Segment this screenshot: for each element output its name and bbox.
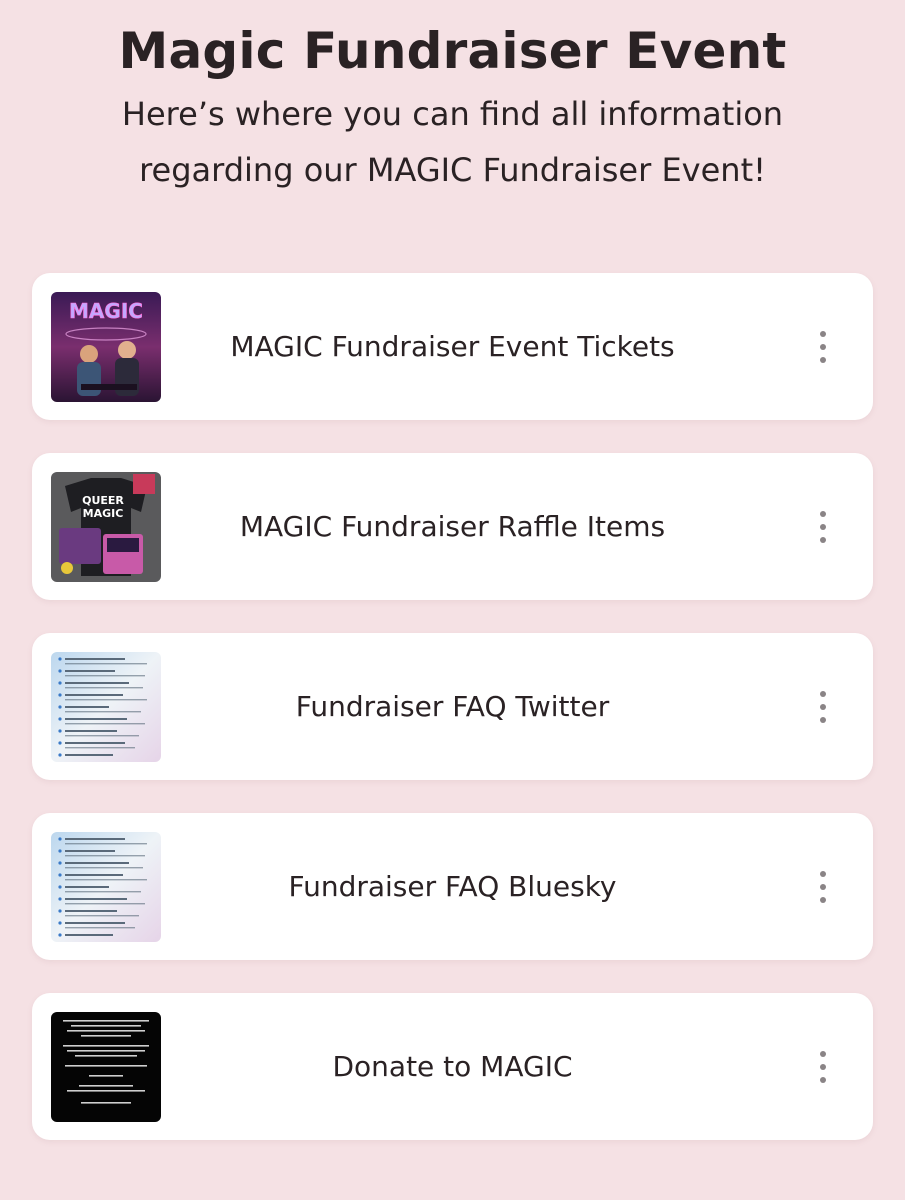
link-button-raffle-items[interactable]: QUEER MAGIC MAGIC Fundraiser Raffle Item…: [32, 453, 873, 600]
more-vertical-icon[interactable]: [815, 1051, 831, 1083]
thumbnail-donate-text: [51, 1012, 161, 1122]
link-list: MAGIC MAGIC Fundraiser Event Tickets QUE…: [32, 273, 873, 1173]
link-button-faq-twitter[interactable]: Fundraiser FAQ Twitter: [32, 633, 873, 780]
more-vertical-icon[interactable]: [815, 871, 831, 903]
link-label: MAGIC Fundraiser Event Tickets: [230, 330, 675, 363]
link-label: Fundraiser FAQ Twitter: [295, 690, 610, 723]
link-label: Fundraiser FAQ Bluesky: [288, 870, 617, 903]
shirt-text-line2: MAGIC: [83, 507, 124, 520]
page-subtitle: Here’s where you can find all informatio…: [121, 95, 784, 189]
thumbnail-faq-document: [51, 832, 161, 942]
thumbnail-magic-poster: MAGIC: [51, 292, 161, 402]
link-button-faq-bluesky[interactable]: Fundraiser FAQ Bluesky: [32, 813, 873, 960]
link-label: MAGIC Fundraiser Raffle Items: [239, 510, 666, 543]
magic-logo-text: MAGIC: [69, 299, 143, 323]
page-header: Magic Fundraiser Event Here’s where you …: [0, 0, 905, 198]
shirt-text-line1: QUEER: [82, 494, 124, 507]
thumbnail-raffle-merch: QUEER MAGIC: [51, 472, 161, 582]
more-vertical-icon[interactable]: [815, 331, 831, 363]
page-title: Magic Fundraiser Event: [118, 22, 787, 80]
more-vertical-icon[interactable]: [815, 691, 831, 723]
thumbnail-faq-document: [51, 652, 161, 762]
link-label: Donate to MAGIC: [332, 1050, 573, 1083]
more-vertical-icon[interactable]: [815, 511, 831, 543]
link-button-donate[interactable]: Donate to MAGIC: [32, 993, 873, 1140]
link-button-event-tickets[interactable]: MAGIC MAGIC Fundraiser Event Tickets: [32, 273, 873, 420]
